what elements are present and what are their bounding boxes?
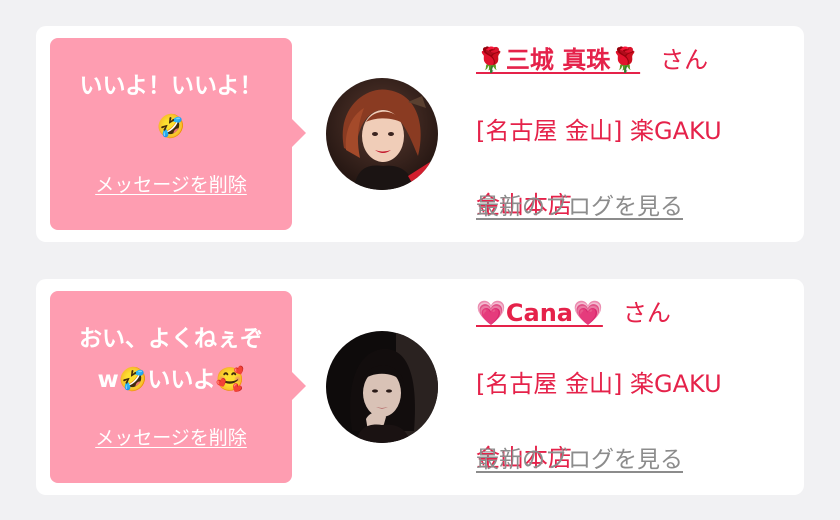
latest-blog-link[interactable]: 最新のブログを見る — [476, 192, 683, 222]
latest-blog-link[interactable]: 最新のブログを見る — [476, 445, 683, 475]
shop-name: [名古屋 金山] 楽GAKU 金山本店 — [476, 339, 796, 503]
cast-name-link[interactable]: 💗Cana💗 — [476, 299, 603, 327]
cast-name-row: 🌹三城 真珠🌹 さん — [476, 40, 708, 80]
cast-name-row: 💗Cana💗 さん — [476, 293, 671, 333]
message-text: おい、よくねぇぞ w🤣いいよ🥰 — [79, 326, 263, 393]
honorific: さん — [660, 46, 709, 74]
delete-message-link[interactable]: メッセージを削除 — [50, 170, 292, 197]
shop-name: [名古屋 金山] 楽GAKU 金山本店 — [476, 86, 796, 250]
shop-name-line1: [名古屋 金山] 楽GAKU — [476, 117, 722, 145]
delete-message-link[interactable]: メッセージを削除 — [50, 423, 292, 450]
message-text: いいよ！いいよ！ 🤣 — [79, 73, 263, 140]
cast-name-link[interactable]: 🌹三城 真珠🌹 — [476, 46, 640, 74]
message-card: いいよ！いいよ！ 🤣 メッセージを削除 🌹三城 真珠🌹 さん [名古屋 金山] 楽… — [36, 26, 804, 242]
message-bubble: いいよ！いいよ！ 🤣 メッセージを削除 — [50, 38, 306, 230]
cast-avatar[interactable] — [326, 331, 438, 443]
cast-avatar[interactable] — [326, 78, 438, 190]
shop-name-line1: [名古屋 金山] 楽GAKU — [476, 370, 722, 398]
message-card: おい、よくねぇぞ w🤣いいよ🥰 メッセージを削除 💗Cana💗 さん [名古屋 金… — [36, 279, 804, 495]
message-bubble: おい、よくねぇぞ w🤣いいよ🥰 メッセージを削除 — [50, 291, 306, 483]
honorific: さん — [622, 299, 671, 327]
